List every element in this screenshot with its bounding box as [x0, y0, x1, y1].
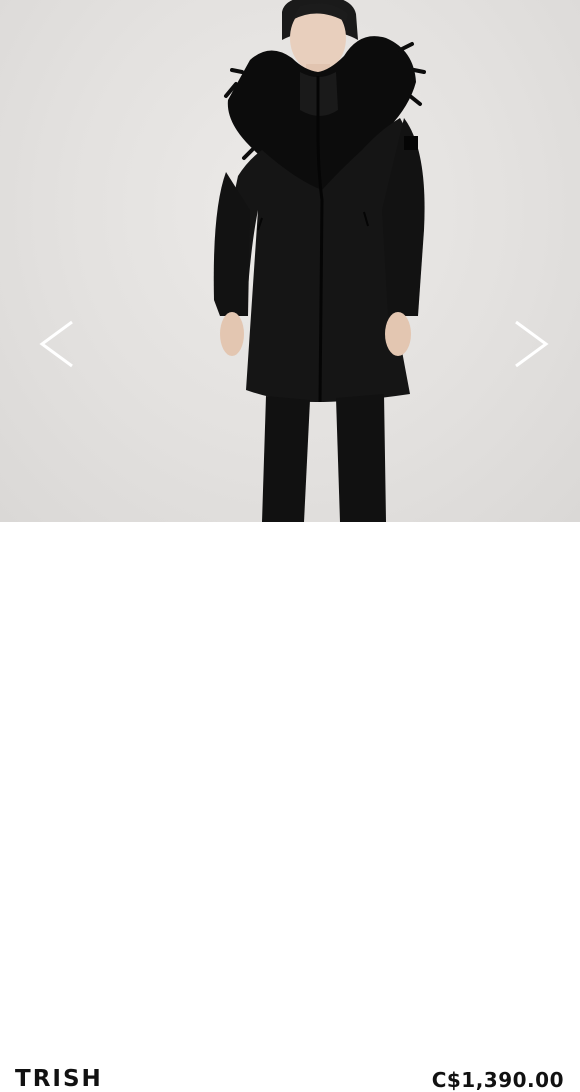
- product-price: C$1,390.00: [431, 1068, 564, 1092]
- chevron-right-icon: [515, 320, 549, 368]
- previous-image-button[interactable]: [34, 316, 82, 372]
- next-image-button[interactable]: [506, 316, 554, 372]
- product-image: [0, 0, 580, 522]
- product-caption: TRISH C$1,390.00: [0, 522, 580, 1092]
- product-title: TRISH: [15, 1066, 103, 1092]
- model-photo: [213, 0, 426, 522]
- chevron-left-icon: [39, 320, 73, 368]
